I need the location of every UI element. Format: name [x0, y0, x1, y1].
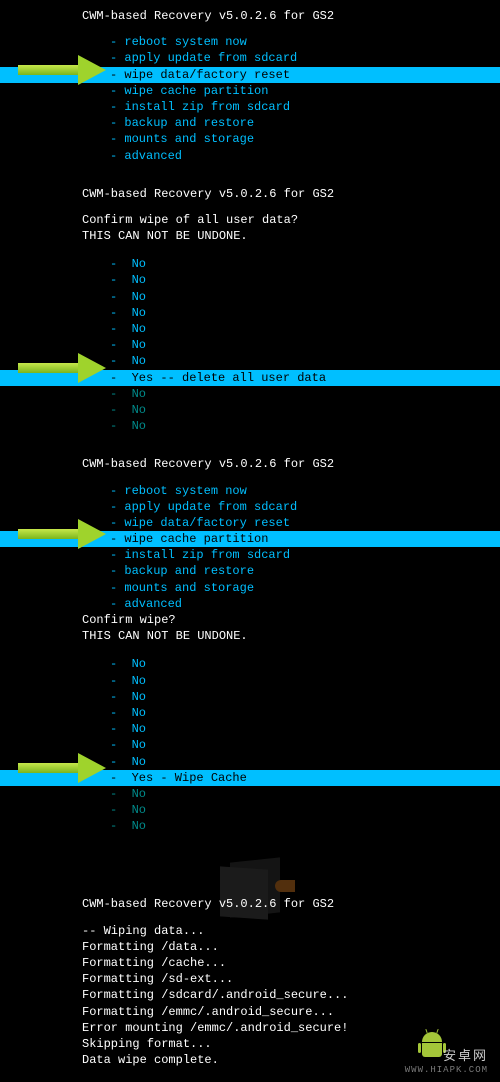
confirm-no[interactable]: - No	[0, 402, 500, 418]
watermark-url: WWW.HIAPK.COM	[405, 1064, 488, 1076]
panel-wipe-data: CWM-based Recovery v5.0.2.6 for GS2 - re…	[0, 8, 500, 164]
confirm-prompt: Confirm wipe of all user data?	[82, 212, 500, 228]
menu-apply-update-sdcard[interactable]: - apply update from sdcard	[0, 499, 500, 515]
menu-reboot-system[interactable]: - reboot system now	[0, 483, 500, 499]
confirm-warning: THIS CAN NOT BE UNDONE.	[82, 628, 500, 644]
confirm-yes-delete-all-user-data[interactable]: - Yes -- delete all user data	[0, 370, 500, 386]
menu-wipe-cache-partition[interactable]: - wipe cache partition	[0, 531, 500, 547]
menu-mounts-storage[interactable]: - mounts and storage	[0, 580, 500, 596]
confirm-no[interactable]: - No	[0, 818, 500, 834]
log-line: Formatting /sdcard/.android_secure...	[82, 987, 500, 1003]
confirm-no[interactable]: - No	[0, 272, 500, 288]
confirm-no[interactable]: - No	[0, 737, 500, 753]
panel-confirm-wipe-data: CWM-based Recovery v5.0.2.6 for GS2 Conf…	[0, 186, 500, 435]
confirm-no[interactable]: - No	[0, 689, 500, 705]
confirm-no[interactable]: - No	[0, 321, 500, 337]
recovery-title: CWM-based Recovery v5.0.2.6 for GS2	[82, 8, 500, 24]
confirm-prompt: Confirm wipe?	[82, 612, 500, 628]
confirm-no[interactable]: - No	[0, 721, 500, 737]
confirm-no[interactable]: - No	[0, 256, 500, 272]
confirm-no[interactable]: - No	[0, 786, 500, 802]
menu-backup-restore[interactable]: - backup and restore	[0, 563, 500, 579]
menu-wipe-data-factory-reset[interactable]: - wipe data/factory reset	[0, 67, 500, 83]
confirm-yes-wipe-cache[interactable]: - Yes - Wipe Cache	[0, 770, 500, 786]
menu-advanced[interactable]: - advanced	[0, 148, 500, 164]
menu-wipe-data-factory-reset[interactable]: - wipe data/factory reset	[0, 515, 500, 531]
confirm-no[interactable]: - No	[0, 289, 500, 305]
menu-wipe-cache-partition[interactable]: - wipe cache partition	[0, 83, 500, 99]
menu-backup-restore[interactable]: - backup and restore	[0, 115, 500, 131]
menu-advanced[interactable]: - advanced	[0, 596, 500, 612]
confirm-no[interactable]: - No	[0, 656, 500, 672]
confirm-no[interactable]: - No	[0, 305, 500, 321]
menu-apply-update-sdcard[interactable]: - apply update from sdcard	[0, 50, 500, 66]
menu-install-zip-sdcard[interactable]: - install zip from sdcard	[0, 99, 500, 115]
confirm-no[interactable]: - No	[0, 337, 500, 353]
menu-install-zip-sdcard[interactable]: - install zip from sdcard	[0, 547, 500, 563]
menu-reboot-system[interactable]: - reboot system now	[0, 34, 500, 50]
confirm-no[interactable]: - No	[0, 353, 500, 369]
confirm-no[interactable]: - No	[0, 754, 500, 770]
log-line: -- Wiping data...	[82, 923, 500, 939]
watermark: 安卓网 WWW.HIAPK.COM	[405, 1047, 488, 1077]
confirm-no[interactable]: - No	[0, 386, 500, 402]
menu-mounts-storage[interactable]: - mounts and storage	[0, 131, 500, 147]
log-line: Formatting /data...	[82, 939, 500, 955]
recovery-title: CWM-based Recovery v5.0.2.6 for GS2	[82, 896, 500, 912]
confirm-no[interactable]: - No	[0, 705, 500, 721]
recovery-title: CWM-based Recovery v5.0.2.6 for GS2	[82, 456, 500, 472]
confirm-no[interactable]: - No	[0, 418, 500, 434]
log-line: Formatting /cache...	[82, 955, 500, 971]
log-line: Formatting /emmc/.android_secure...	[82, 1004, 500, 1020]
confirm-no[interactable]: - No	[0, 802, 500, 818]
log-line: Formatting /sd-ext...	[82, 971, 500, 987]
panel-wipe-cache: CWM-based Recovery v5.0.2.6 for GS2 - re…	[0, 456, 500, 834]
confirm-warning: THIS CAN NOT BE UNDONE.	[82, 228, 500, 244]
watermark-text-cn: 安卓网	[405, 1047, 488, 1065]
recovery-title: CWM-based Recovery v5.0.2.6 for GS2	[82, 186, 500, 202]
confirm-no[interactable]: - No	[0, 673, 500, 689]
